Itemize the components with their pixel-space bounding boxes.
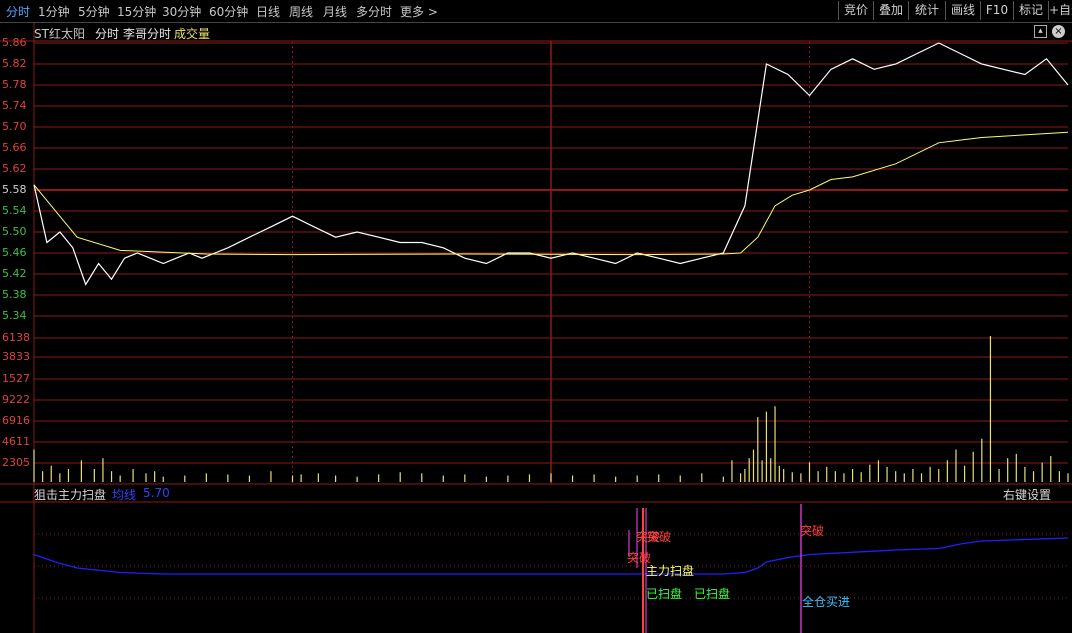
signal-break-4: 突破 [800, 524, 825, 538]
price-tick-label: 5.54 [2, 204, 27, 217]
signal-full-buy: 全仓买进 [802, 595, 851, 609]
price-tick-label: 5.38 [2, 288, 27, 301]
signal-break-3: 突破 [647, 530, 672, 544]
tab-multi-intraday[interactable]: 多分时 [356, 3, 392, 20]
price-tick-label: 5.70 [2, 120, 27, 133]
mode-label: 分时 [95, 27, 120, 41]
tab-15min[interactable]: 15分钟 [117, 3, 156, 20]
close-icon[interactable]: × [1052, 25, 1065, 38]
volume-tick-label: 6916 [2, 414, 30, 427]
draw-line-button[interactable]: 画线 [945, 1, 980, 20]
signal-main-sweep: 主力扫盘 [646, 564, 695, 578]
right-click-settings[interactable]: 右键设置 [1003, 486, 1051, 503]
tab-weekly[interactable]: 周线 [289, 3, 313, 20]
volume-tick-label: 1527 [2, 372, 30, 385]
price-tick-label: 5.78 [2, 78, 27, 91]
overlay-button[interactable]: 叠加 [873, 1, 908, 20]
price-tick-label: 5.86 [2, 36, 27, 49]
volume-legend: 成交量 [174, 27, 211, 41]
volume-tick-label: 6138 [2, 331, 30, 344]
signal-swept-1: 已扫盘 [646, 587, 683, 601]
volume-tick-label: 9222 [2, 393, 30, 406]
price-tick-label: 5.58 [2, 183, 27, 196]
tab-60min[interactable]: 60分钟 [209, 3, 248, 20]
tab-1min[interactable]: 1分钟 [38, 3, 70, 20]
chart-canvas[interactable] [0, 0, 1072, 633]
price-tick-label: 5.42 [2, 267, 27, 280]
auction-button[interactable]: 竞价 [838, 1, 873, 20]
add-watchlist-button[interactable]: +自选 [1048, 1, 1072, 20]
price-tick-label: 5.66 [2, 141, 27, 154]
mark-button[interactable]: 标记 [1013, 1, 1048, 20]
tab-daily[interactable]: 日线 [256, 3, 280, 20]
indicator-avg-label: 均线 [112, 488, 137, 502]
collapse-icon[interactable]: ▴ [1034, 25, 1047, 38]
tab-30min[interactable]: 30分钟 [162, 3, 201, 20]
tab-monthly[interactable]: 月线 [323, 3, 347, 20]
f10-button[interactable]: F10 [980, 1, 1013, 20]
indicator-avg-line [33, 537, 1069, 575]
stats-button[interactable]: 统计 [908, 1, 945, 20]
tab-5min[interactable]: 5分钟 [78, 3, 110, 20]
volume-tick-label: 2305 [2, 456, 30, 469]
indicator-title: 狙击主力扫盘 [34, 488, 107, 502]
formula-name: 李哥分时 [123, 27, 172, 41]
price-tick-label: 5.50 [2, 225, 27, 238]
price-tick-label: 5.74 [2, 99, 27, 112]
tab-more[interactable]: 更多 > [400, 3, 438, 20]
indicator-avg-value: 5.70 [143, 486, 170, 500]
volume-tick-label: 4611 [2, 435, 30, 448]
signal-swept-2: 已扫盘 [694, 587, 731, 601]
price-tick-label: 5.34 [2, 309, 27, 322]
price-tick-label: 5.62 [2, 162, 27, 175]
volume-tick-label: 3833 [2, 350, 30, 363]
price-tick-label: 5.46 [2, 246, 27, 259]
tab-more-label: 更多 [400, 5, 425, 19]
chevron-right-icon: > [424, 5, 438, 19]
tab-intraday[interactable]: 分时 [6, 3, 30, 20]
price-tick-label: 5.82 [2, 57, 27, 70]
stock-name: ST红太阳 [34, 27, 85, 41]
period-toolbar: 分时 1分钟 5分钟 15分钟 30分钟 60分钟 日线 周线 月线 多分时 更… [0, 0, 1072, 23]
